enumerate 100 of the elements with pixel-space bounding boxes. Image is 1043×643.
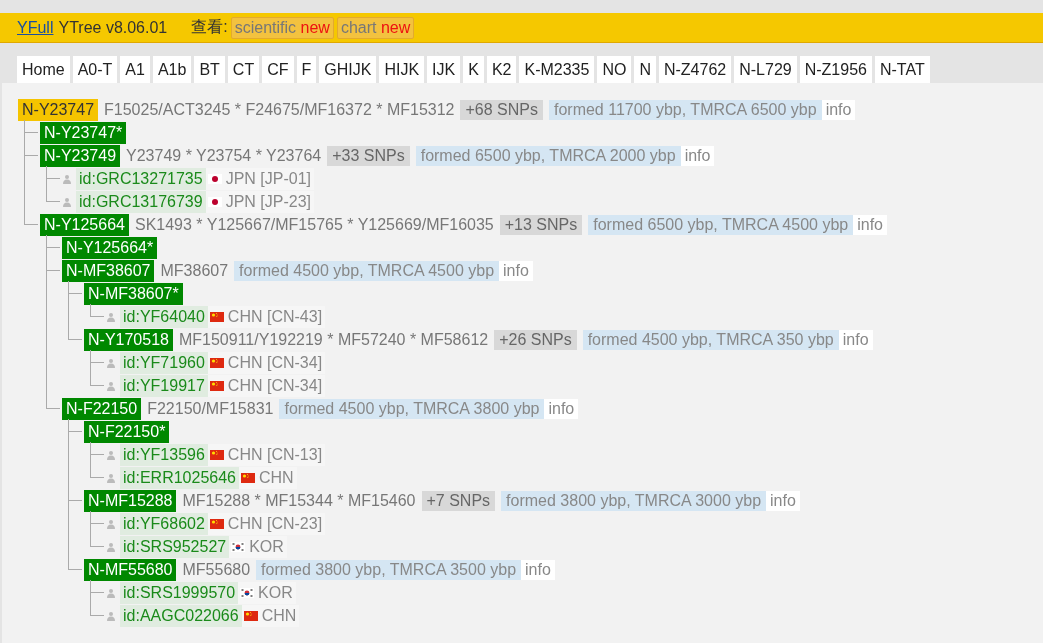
info-link[interactable]: info xyxy=(544,398,579,419)
sample-id-link[interactable]: id:GRC13271735 xyxy=(76,167,206,190)
sample-id-link[interactable]: id:ERR1025646 xyxy=(120,466,239,489)
flag-icon xyxy=(209,357,224,368)
sample-id-link[interactable]: id:YF64040 xyxy=(120,305,208,328)
sample-id-link[interactable]: id:AAGC022066 xyxy=(120,604,242,627)
tab[interactable]: CT xyxy=(227,56,260,83)
sample-id-link[interactable]: id:GRC13176739 xyxy=(76,190,206,213)
country-label: CHN [CN-43] xyxy=(207,305,326,328)
country-label: CHN [CN-34] xyxy=(207,351,326,374)
snp-list: MF38607 xyxy=(160,261,229,280)
clade-link[interactable]: N-Y125664 xyxy=(40,213,129,236)
flag-icon xyxy=(207,173,222,184)
snp-list: F15025/ACT3245 * F24675/MF16372 * MF15312 xyxy=(104,100,455,119)
clade-link[interactable]: N-MF55680 xyxy=(84,558,177,581)
tab[interactable]: IJK xyxy=(427,56,461,83)
info-link[interactable]: info xyxy=(853,214,887,235)
tab[interactable]: A1 xyxy=(120,56,150,83)
person-icon xyxy=(62,196,72,207)
country-label: CHN [CN-23] xyxy=(207,512,326,535)
tab[interactable]: HIJK xyxy=(379,56,425,83)
view-button[interactable]: chart new xyxy=(336,16,415,39)
tab[interactable]: BT xyxy=(194,56,225,83)
sample-id-link[interactable]: id:YF71960 xyxy=(120,351,208,374)
flag-icon xyxy=(240,587,255,598)
flag-icon xyxy=(207,196,222,207)
info-link[interactable]: info xyxy=(521,559,555,580)
clade-link[interactable]: N-F22150 xyxy=(62,397,142,420)
person-icon xyxy=(106,610,116,621)
tab[interactable]: K-M2335 xyxy=(519,56,595,83)
age-label: formed 3800 ybp, TMRCA 3500 ybp xyxy=(256,559,522,580)
country-label: CHN [CN-34] xyxy=(207,374,326,397)
age-label: formed 11700 ybp, TMRCA 6500 ybp xyxy=(548,99,822,120)
tab[interactable]: A0-T xyxy=(72,56,118,83)
clade-link[interactable]: N-MF38607* xyxy=(84,282,183,305)
tab[interactable]: N xyxy=(634,56,656,83)
person-icon xyxy=(106,449,116,460)
brand-link[interactable]: YFull xyxy=(17,18,54,37)
clade-link[interactable]: N-Y170518 xyxy=(84,328,173,351)
info-link[interactable]: info xyxy=(821,99,856,120)
sample-id-link[interactable]: id:YF19917 xyxy=(120,374,208,397)
snp-count-badge[interactable]: +26 SNPs xyxy=(494,329,577,350)
age-label: formed 4500 ybp, TMRCA 350 ybp xyxy=(582,329,839,350)
clade-link[interactable]: N-Y23747 xyxy=(18,98,99,121)
view-button[interactable]: scientific new xyxy=(230,16,334,39)
info-link[interactable]: info xyxy=(499,260,533,281)
person-icon xyxy=(106,357,116,368)
clade-link[interactable]: N-Y125664* xyxy=(62,236,158,259)
tab[interactable]: A1b xyxy=(152,56,192,83)
tab[interactable]: N-Z1956 xyxy=(799,56,872,83)
age-label: formed 6500 ybp, TMRCA 2000 ybp xyxy=(415,145,681,166)
clade-link[interactable]: N-MF38607 xyxy=(62,259,155,282)
tab[interactable]: N-Z4762 xyxy=(658,56,732,83)
snp-list: Y23749 * Y23754 * Y23764 xyxy=(126,146,322,165)
snp-list: MF15288 * MF15344 * MF15460 xyxy=(182,491,416,510)
country-label: KOR xyxy=(238,581,296,604)
snp-count-badge[interactable]: +68 SNPs xyxy=(460,99,543,120)
snp-list: F22150/MF15831 xyxy=(147,399,274,418)
snp-list: SK1493 * Y125667/MF15765 * Y125669/MF16035 xyxy=(134,215,494,234)
flag-icon xyxy=(243,610,258,621)
snp-list: MF150911/Y192219 * MF57240 * MF58612 xyxy=(178,330,489,349)
country-label: JPN [JP-01] xyxy=(205,167,314,190)
flag-icon xyxy=(209,380,224,391)
clade-link[interactable]: N-Y23749 xyxy=(40,144,121,167)
clade-link[interactable]: N-F22150* xyxy=(84,420,170,443)
person-icon xyxy=(106,518,116,529)
tab[interactable]: N-TAT xyxy=(874,56,930,83)
person-icon xyxy=(106,380,116,391)
country-label: KOR xyxy=(229,535,287,558)
info-link[interactable]: info xyxy=(766,490,800,511)
snp-count-badge[interactable]: +33 SNPs xyxy=(327,145,410,166)
country-label: CHN xyxy=(238,466,297,489)
tab[interactable]: F xyxy=(296,56,317,83)
tab[interactable]: K xyxy=(463,56,484,83)
tab[interactable]: Home xyxy=(17,56,70,83)
tab[interactable]: NO xyxy=(597,56,632,83)
info-link[interactable]: info xyxy=(838,329,873,350)
info-link[interactable]: info xyxy=(680,145,715,166)
clade-link[interactable]: N-MF15288 xyxy=(84,489,177,512)
clade-link[interactable]: N-Y23747* xyxy=(40,121,127,144)
sample-id-link[interactable]: id:YF13596 xyxy=(120,443,208,466)
sample-id-link[interactable]: id:SRS952527 xyxy=(120,535,230,558)
flag-icon xyxy=(209,518,224,529)
tab[interactable]: N-L729 xyxy=(734,56,797,83)
tab[interactable]: CF xyxy=(262,56,294,83)
snp-count-badge[interactable]: +7 SNPs xyxy=(421,490,496,511)
flag-icon xyxy=(209,449,224,460)
age-label: formed 4500 ybp, TMRCA 3800 ybp xyxy=(279,398,545,419)
person-icon xyxy=(106,311,116,322)
sample-id-link[interactable]: id:SRS1999570 xyxy=(120,581,239,604)
country-label: CHN xyxy=(241,604,300,627)
flag-icon xyxy=(209,311,224,322)
flag-icon xyxy=(231,541,246,552)
person-icon xyxy=(106,541,116,552)
tab[interactable]: K2 xyxy=(486,56,517,83)
sample-id-link[interactable]: id:YF68602 xyxy=(120,512,208,535)
age-label: formed 6500 ybp, TMRCA 4500 ybp xyxy=(588,214,854,235)
tab[interactable]: GHIJK xyxy=(319,56,377,83)
person-icon xyxy=(106,587,116,598)
snp-count-badge[interactable]: +13 SNPs xyxy=(499,214,583,235)
